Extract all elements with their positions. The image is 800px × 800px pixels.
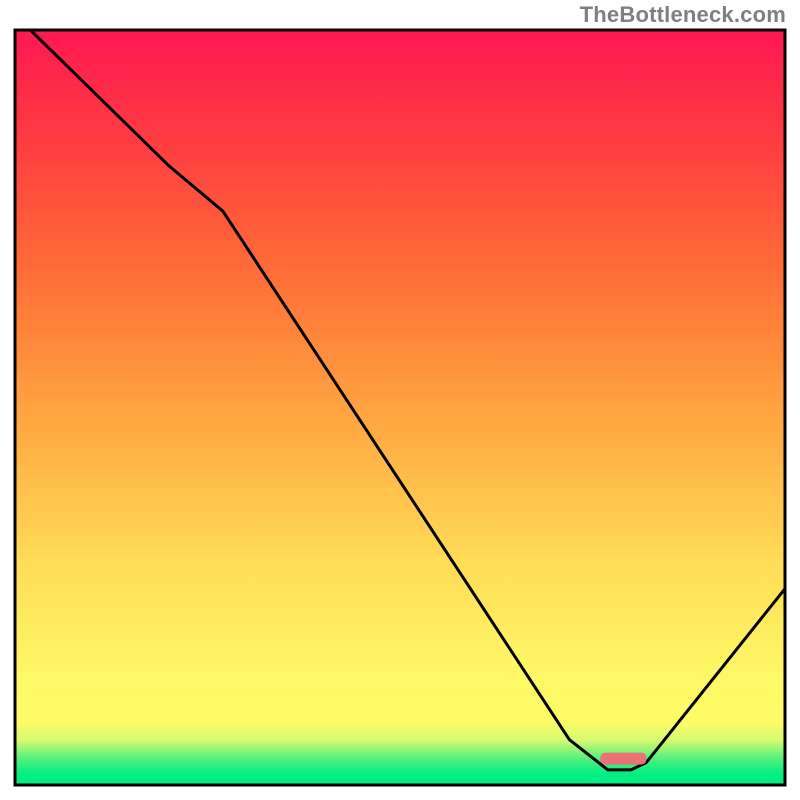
- optimal-range-marker: [600, 753, 646, 765]
- plot-area: [15, 30, 785, 785]
- gradient-background: [15, 30, 785, 785]
- chart-container: TheBottleneck.com: [0, 0, 800, 800]
- chart-svg: [0, 0, 800, 800]
